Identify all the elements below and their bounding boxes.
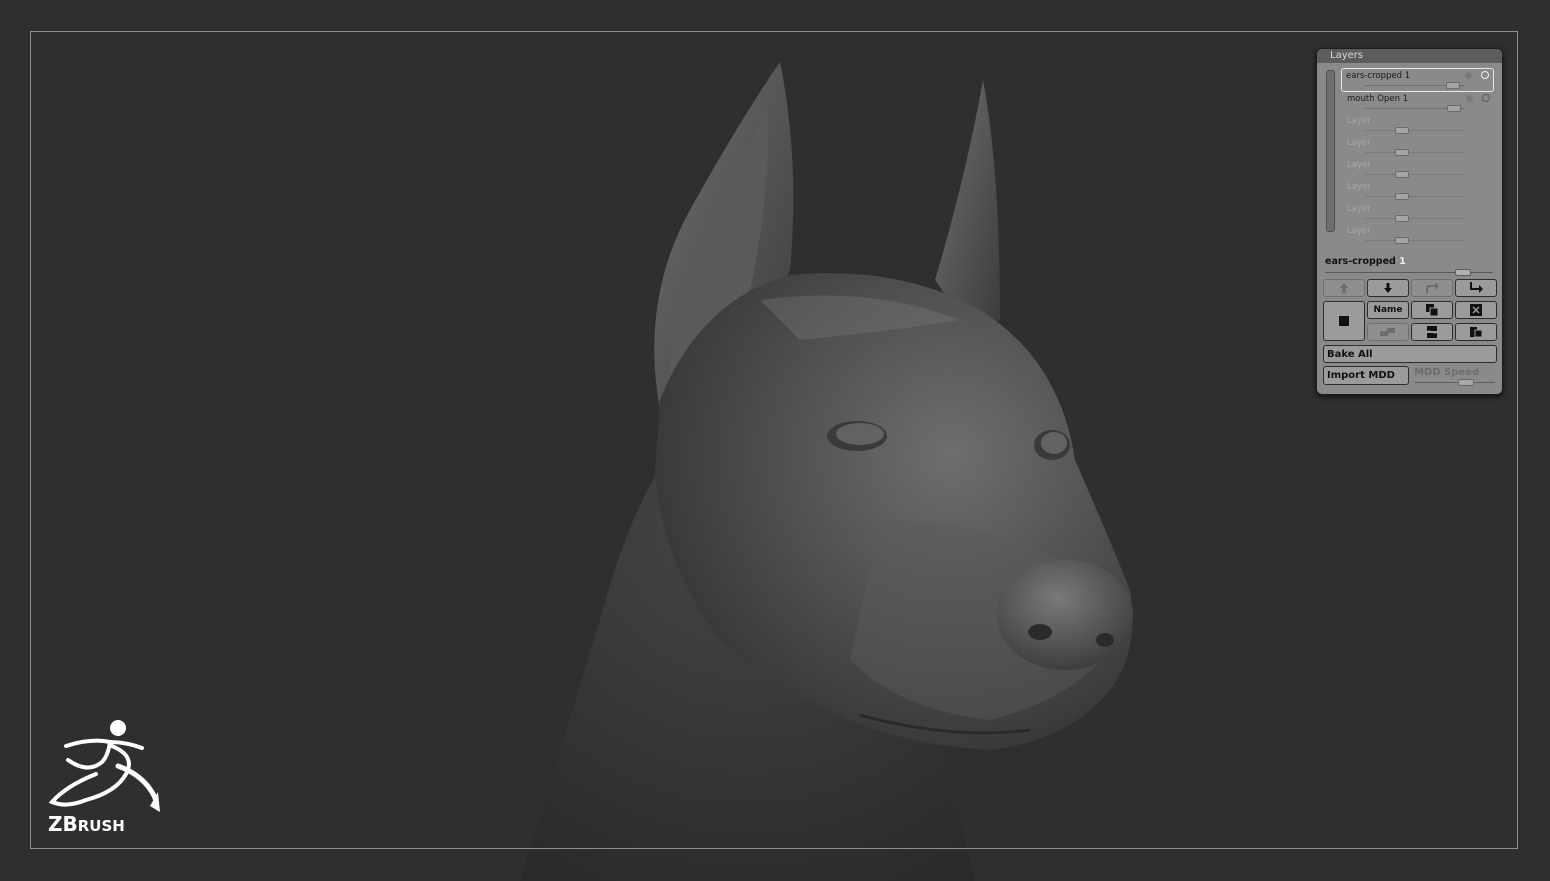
import-mdd-button[interactable]: Import MDD xyxy=(1323,366,1409,385)
layer-row[interactable]: Layer xyxy=(1343,224,1497,246)
selected-layer-number: 1 xyxy=(1399,256,1406,267)
mdd-speed-slider[interactable] xyxy=(1415,382,1495,383)
layers-palette[interactable]: Layers ears-cropped 1 mouth Open 1 Layer… xyxy=(1316,48,1503,395)
move-layer-up-button[interactable] xyxy=(1323,279,1365,297)
canvas-frame xyxy=(30,31,1518,849)
zbrush-logo: ZBRUSH xyxy=(46,716,166,838)
layer-intensity-knob[interactable] xyxy=(1395,149,1409,156)
layer-name: Layer xyxy=(1347,138,1371,148)
copy-layer-button[interactable] xyxy=(1455,323,1497,341)
merge-down-button[interactable] xyxy=(1367,323,1409,341)
logo-text-big: ZB xyxy=(48,812,78,836)
mdd-speed-label: MDD Speed xyxy=(1414,367,1480,378)
arrow-up-icon xyxy=(1340,283,1348,293)
layer-row[interactable]: Layer xyxy=(1343,158,1497,180)
arrow-down-icon xyxy=(1384,283,1392,293)
layer-intensity-knob[interactable] xyxy=(1395,127,1409,134)
selected-layer-name: ears-cropped 1 xyxy=(1325,256,1406,267)
record-dot-icon[interactable] xyxy=(1465,72,1472,79)
layer-intensity-knob[interactable] xyxy=(1395,215,1409,222)
layer-name: Layer xyxy=(1347,182,1371,192)
selected-layer-label: ears-cropped xyxy=(1325,256,1396,267)
record-square-icon xyxy=(1339,316,1349,326)
layer-intensity-knob[interactable] xyxy=(1446,82,1460,89)
visibility-icon[interactable] xyxy=(1482,94,1490,102)
layer-intensity-knob[interactable] xyxy=(1395,193,1409,200)
selected-layer-slider-knob[interactable] xyxy=(1455,269,1471,276)
layer-row[interactable]: mouth Open 1 xyxy=(1343,92,1497,114)
invert-layer-button[interactable] xyxy=(1411,323,1453,341)
layer-row[interactable]: Layer xyxy=(1343,202,1497,224)
layer-row[interactable]: Layer xyxy=(1343,136,1497,158)
layer-intensity-slider[interactable] xyxy=(1365,240,1465,241)
record-layer-button[interactable] xyxy=(1323,301,1365,341)
layer-intensity-slider[interactable] xyxy=(1365,152,1465,153)
layers-title: Layers xyxy=(1317,49,1502,63)
layer-intensity-slider[interactable] xyxy=(1365,174,1465,175)
layer-intensity-slider[interactable] xyxy=(1365,218,1465,219)
duplicate-icon xyxy=(1426,304,1439,317)
move-layer-down-button[interactable] xyxy=(1367,279,1409,297)
layer-name: Layer xyxy=(1347,226,1371,236)
visibility-icon[interactable] xyxy=(1481,71,1489,79)
logo-text-small: RUSH xyxy=(77,817,125,835)
split-arrow-icon xyxy=(1470,282,1483,293)
layer-name: ears-cropped 1 xyxy=(1346,71,1411,81)
layer-name: mouth Open 1 xyxy=(1347,94,1409,104)
delete-x-icon xyxy=(1470,304,1482,316)
layer-list: ears-cropped 1 mouth Open 1 Layer Layer … xyxy=(1341,68,1497,246)
layer-intensity-knob[interactable] xyxy=(1447,105,1461,112)
redo-arrow-icon xyxy=(1426,282,1439,293)
layer-name: Layer xyxy=(1347,116,1371,126)
layers-scrollbar[interactable] xyxy=(1326,70,1335,232)
copy-layer-icon xyxy=(1470,327,1483,338)
delete-layer-button[interactable] xyxy=(1455,301,1497,319)
record-dot-icon[interactable] xyxy=(1466,95,1473,102)
invert-icon xyxy=(1427,326,1437,338)
redo-button[interactable] xyxy=(1411,279,1453,297)
rename-layer-button[interactable]: Name xyxy=(1367,301,1409,319)
layer-intensity-knob[interactable] xyxy=(1395,171,1409,178)
zbrush-wordmark: ZBRUSH xyxy=(48,812,125,836)
layer-intensity-slider[interactable] xyxy=(1365,130,1465,131)
layer-intensity-slider[interactable] xyxy=(1365,196,1465,197)
layer-row[interactable]: Layer xyxy=(1343,114,1497,136)
merge-down-icon xyxy=(1380,328,1395,336)
mdd-speed-knob[interactable] xyxy=(1458,379,1474,386)
layer-name: Layer xyxy=(1347,204,1371,214)
bake-all-button[interactable]: Bake All xyxy=(1323,345,1497,363)
zbrush-figure-icon xyxy=(48,720,160,812)
layer-intensity-knob[interactable] xyxy=(1395,237,1409,244)
duplicate-layer-button[interactable] xyxy=(1411,301,1453,319)
layer-row[interactable]: ears-cropped 1 xyxy=(1341,68,1494,92)
layer-name: Layer xyxy=(1347,160,1371,170)
layer-row[interactable]: Layer xyxy=(1343,180,1497,202)
split-button[interactable] xyxy=(1455,279,1497,297)
